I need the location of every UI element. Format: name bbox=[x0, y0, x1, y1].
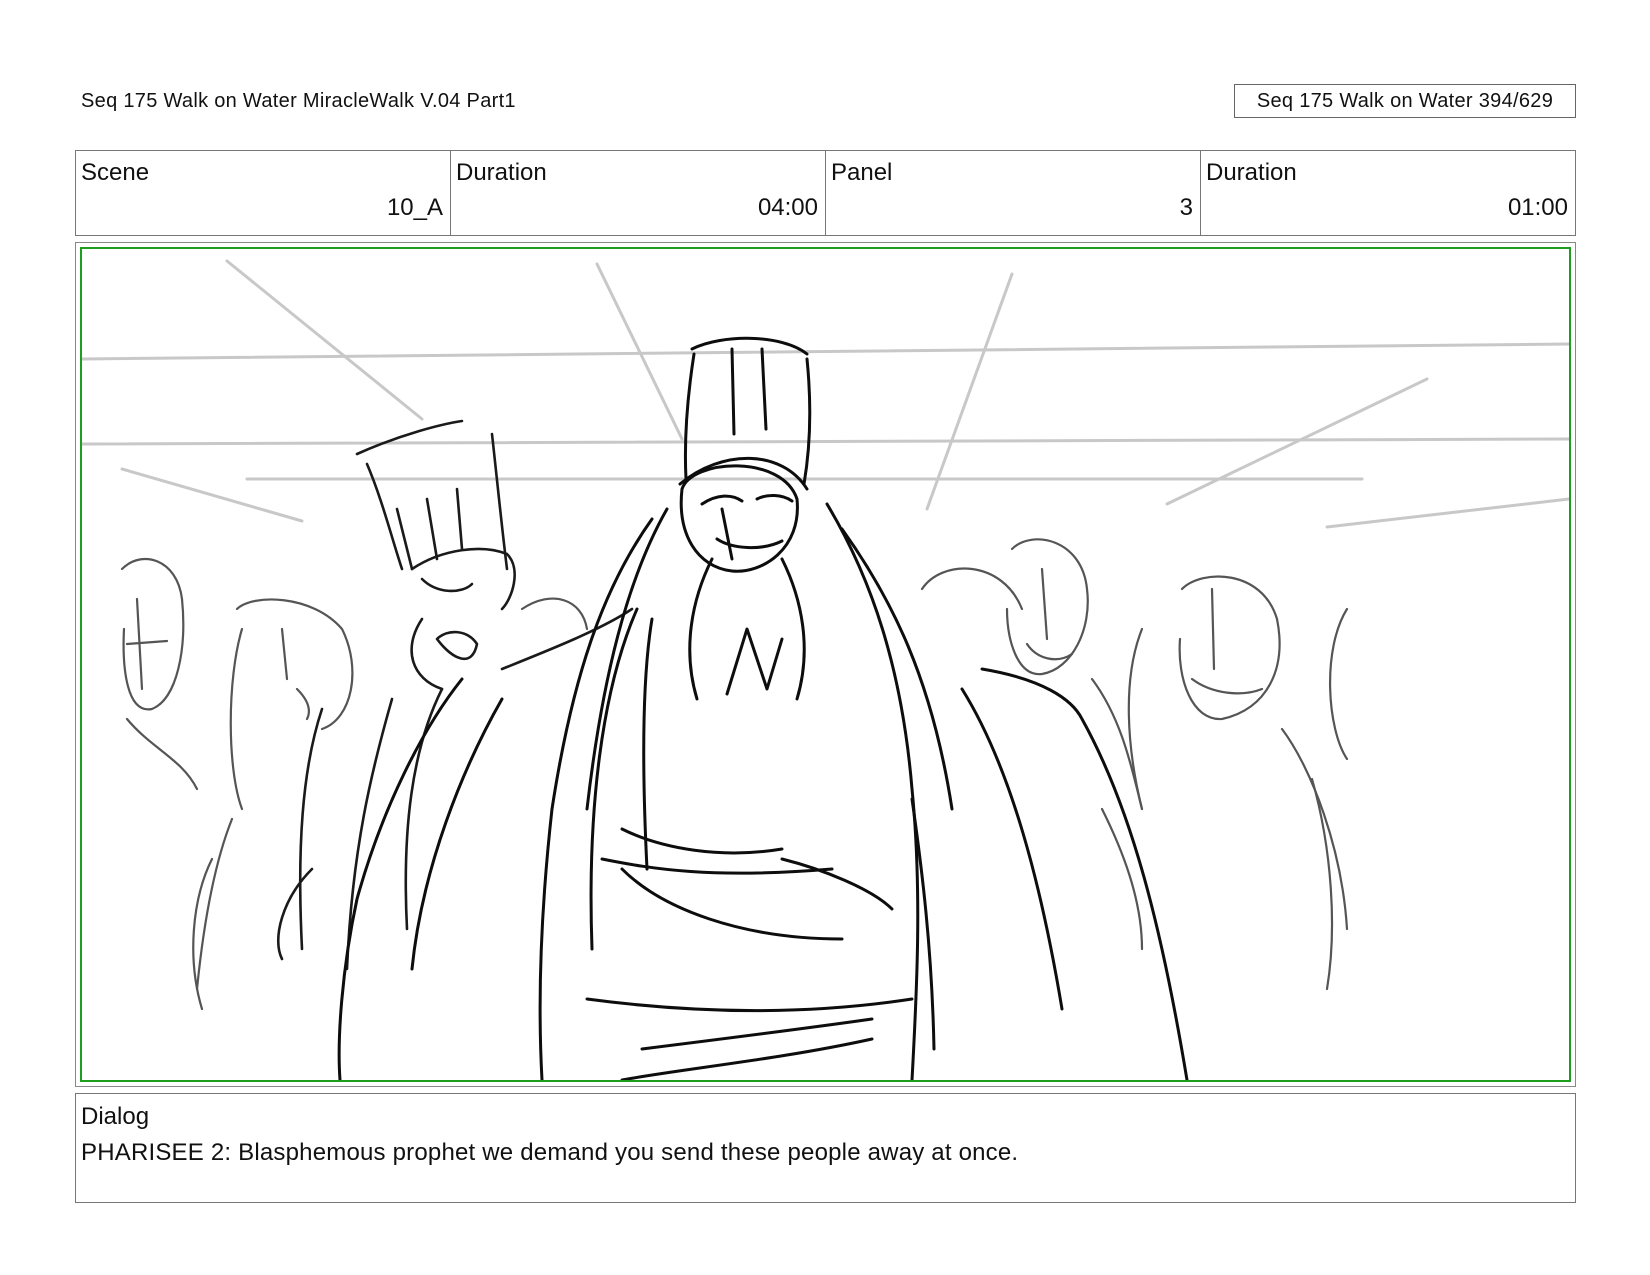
storyboard-sketch bbox=[80, 247, 1571, 1082]
scene-label: Scene bbox=[81, 159, 150, 186]
dialog-box: Dialog PHARISEE 2: Blasphemous prophet w… bbox=[75, 1093, 1576, 1203]
background-lines bbox=[82, 259, 1569, 529]
crowd-sketch bbox=[120, 538, 1349, 1011]
scene-duration-cell: Duration 04:00 bbox=[451, 151, 826, 235]
main-pharisee-sketch bbox=[337, 336, 1189, 1080]
panel-duration-cell: Duration 01:00 bbox=[1201, 151, 1575, 235]
panel-value: 3 bbox=[1179, 194, 1193, 221]
page-reference: Seq 175 Walk on Water 394/629 bbox=[1234, 84, 1576, 118]
document-title: Seq 175 Walk on Water MiracleWalk V.04 P… bbox=[81, 90, 516, 112]
panel-duration-value: 01:00 bbox=[1507, 194, 1568, 221]
storyboard-panel-frame bbox=[75, 242, 1576, 1087]
scene-duration-value: 04:00 bbox=[757, 194, 818, 221]
dialog-text: PHARISEE 2: Blasphemous prophet we deman… bbox=[81, 1139, 1019, 1166]
panel-label: Panel bbox=[831, 159, 893, 186]
dialog-label: Dialog bbox=[81, 1103, 150, 1130]
scene-value: 10_A bbox=[386, 194, 443, 221]
scene-cell: Scene 10_A bbox=[76, 151, 451, 235]
scene-duration-label: Duration bbox=[456, 159, 547, 186]
panel-duration-label: Duration bbox=[1206, 159, 1297, 186]
pharisee-two-sketch bbox=[276, 419, 634, 971]
panel-cell: Panel 3 bbox=[826, 151, 1201, 235]
panel-info-table: Scene 10_A Duration 04:00 Panel 3 Durati… bbox=[75, 150, 1576, 236]
